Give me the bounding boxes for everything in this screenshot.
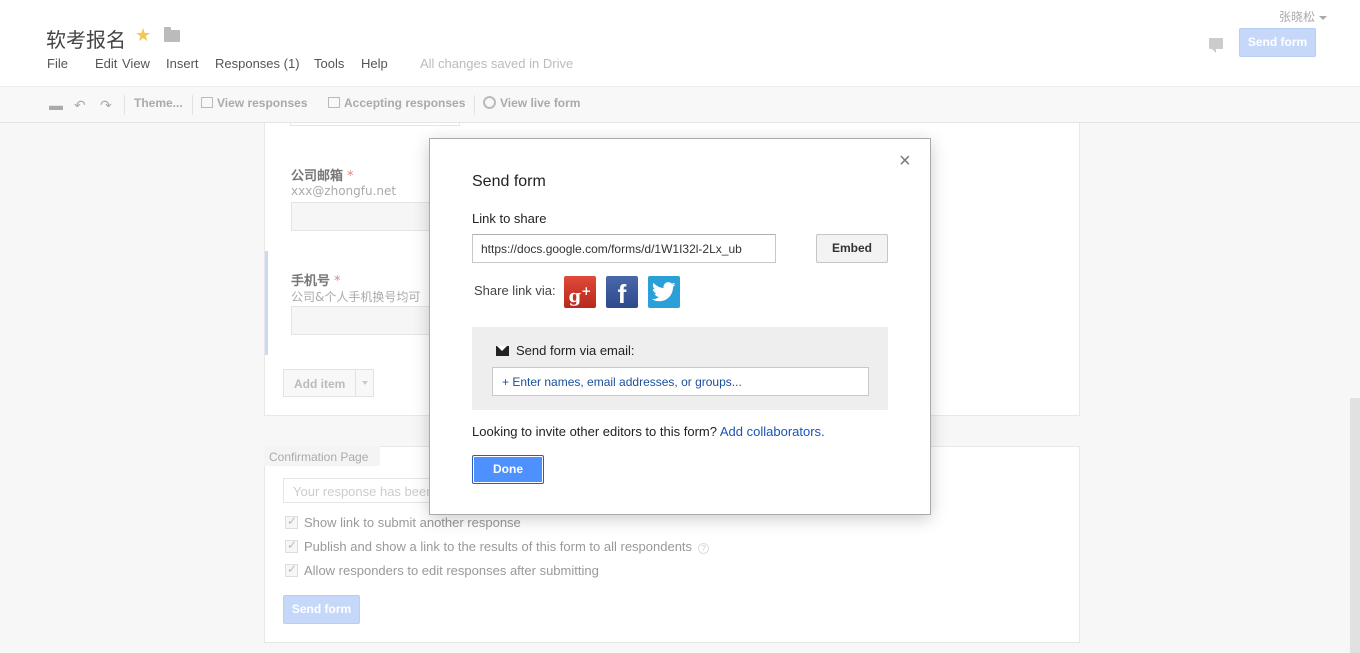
menu-insert[interactable]: Insert xyxy=(166,56,199,71)
send-form-dialog: × Send form Link to share Embed Share li… xyxy=(429,138,931,515)
share-link-via-label: Share link via: xyxy=(474,283,556,298)
link-to-share-label: Link to share xyxy=(472,211,547,226)
view-responses-label: View responses xyxy=(217,96,308,110)
undo-icon[interactable]: ↶ xyxy=(74,97,86,114)
user-account-menu[interactable]: 张晓松 xyxy=(1279,8,1328,25)
scrollbar-thumb[interactable] xyxy=(1350,398,1360,653)
user-name: 张晓松 xyxy=(1279,10,1316,24)
view-live-form-label: View live form xyxy=(500,96,581,110)
folder-icon[interactable] xyxy=(164,27,180,42)
checkbox[interactable] xyxy=(285,514,298,529)
toolbar: ▬ ↶ ↷ Theme... View responses Accepting … xyxy=(0,86,1360,123)
star-icon[interactable]: ★ xyxy=(135,25,151,46)
email-recipients-input[interactable]: + Enter names, email addresses, or group… xyxy=(492,367,869,396)
option-allow-edit[interactable]: Allow responders to edit responses after… xyxy=(285,562,599,578)
option-label: Show link to submit another response xyxy=(304,515,521,530)
option-submit-another[interactable]: Show link to submit another response xyxy=(285,514,521,530)
checkbox[interactable] xyxy=(285,538,298,553)
option-label: Allow responders to edit responses after… xyxy=(304,563,599,578)
question-title-text: 手机号 xyxy=(291,274,331,289)
checkbox[interactable] xyxy=(285,562,298,577)
done-button[interactable]: Done xyxy=(472,455,544,484)
option-publish-results[interactable]: Publish and show a link to the results o… xyxy=(285,538,710,554)
envelope-icon xyxy=(496,346,509,356)
dialog-title: Send form xyxy=(472,173,546,190)
print-icon[interactable]: ▬ xyxy=(49,97,63,113)
add-collaborators-link[interactable]: Add collaborators. xyxy=(720,424,825,439)
question-help-text: 公司&个人手机换号均可 xyxy=(291,290,421,304)
accepting-responses-toggle[interactable]: Accepting responses xyxy=(328,96,465,110)
menu-help[interactable]: Help xyxy=(361,56,388,71)
twitter-icon[interactable] xyxy=(648,276,680,308)
question-help-text: xxx@zhongfu.net xyxy=(291,184,397,198)
comment-icon[interactable] xyxy=(1209,38,1223,53)
add-item-button[interactable]: Add item xyxy=(283,369,374,397)
invite-editors-text: Looking to invite other editors to this … xyxy=(472,424,825,439)
facebook-icon[interactable]: f xyxy=(606,276,638,309)
confirmation-message-input[interactable]: Your response has been xyxy=(283,478,443,503)
menu-responses[interactable]: Responses (1) xyxy=(215,56,300,71)
menu-edit[interactable]: Edit xyxy=(95,56,117,71)
question-title-text: 公司邮箱 xyxy=(291,169,344,184)
send-form-button[interactable]: Send form xyxy=(1239,28,1316,57)
accepting-responses-label: Accepting responses xyxy=(344,96,466,110)
close-icon[interactable]: × xyxy=(899,151,911,171)
question-title[interactable]: 手机号 * xyxy=(291,270,341,289)
view-responses-button[interactable]: View responses xyxy=(201,96,308,110)
active-question-indicator xyxy=(265,251,268,355)
menu-file[interactable]: File xyxy=(47,56,68,71)
option-label: Publish and show a link to the results o… xyxy=(304,539,693,554)
required-mark: * xyxy=(347,169,354,184)
toolbar-divider xyxy=(192,95,193,115)
invite-question: Looking to invite other editors to this … xyxy=(472,424,717,439)
google-plus-icon[interactable]: g+ xyxy=(564,276,596,308)
table-icon xyxy=(201,97,213,108)
theme-button[interactable]: Theme... xyxy=(134,96,183,110)
send-form-button-bottom[interactable]: Send form xyxy=(283,595,360,624)
chevron-down-icon[interactable] xyxy=(355,370,374,396)
embed-button[interactable]: Embed xyxy=(816,234,888,263)
add-item-label: Add item xyxy=(294,377,346,391)
previous-question-input xyxy=(290,123,460,126)
chevron-down-icon xyxy=(1319,15,1328,20)
email-section-title: Send form via email: xyxy=(496,343,635,358)
document-title[interactable]: 软考报名 xyxy=(46,24,126,53)
toolbar-divider xyxy=(124,95,125,115)
view-live-form-button[interactable]: View live form xyxy=(483,96,580,110)
email-section-title-text: Send form via email: xyxy=(516,343,635,358)
confirmation-page-tab: Confirmation Page xyxy=(264,446,381,466)
question-title[interactable]: 公司邮箱 * xyxy=(291,165,354,184)
app-header: 软考报名 ★ File Edit View Insert Responses (… xyxy=(0,0,1360,86)
menu-tools[interactable]: Tools xyxy=(314,56,344,71)
download-icon xyxy=(328,97,340,108)
required-mark: * xyxy=(334,274,341,289)
redo-icon[interactable]: ↷ xyxy=(100,97,112,114)
globe-icon xyxy=(483,96,496,109)
email-share-section: Send form via email: + Enter names, emai… xyxy=(472,327,888,410)
toolbar-divider xyxy=(474,95,475,115)
share-link-input[interactable] xyxy=(472,234,776,263)
save-status: All changes saved in Drive xyxy=(420,56,574,71)
menu-view[interactable]: View xyxy=(122,56,150,71)
help-icon[interactable]: ? xyxy=(698,543,710,554)
